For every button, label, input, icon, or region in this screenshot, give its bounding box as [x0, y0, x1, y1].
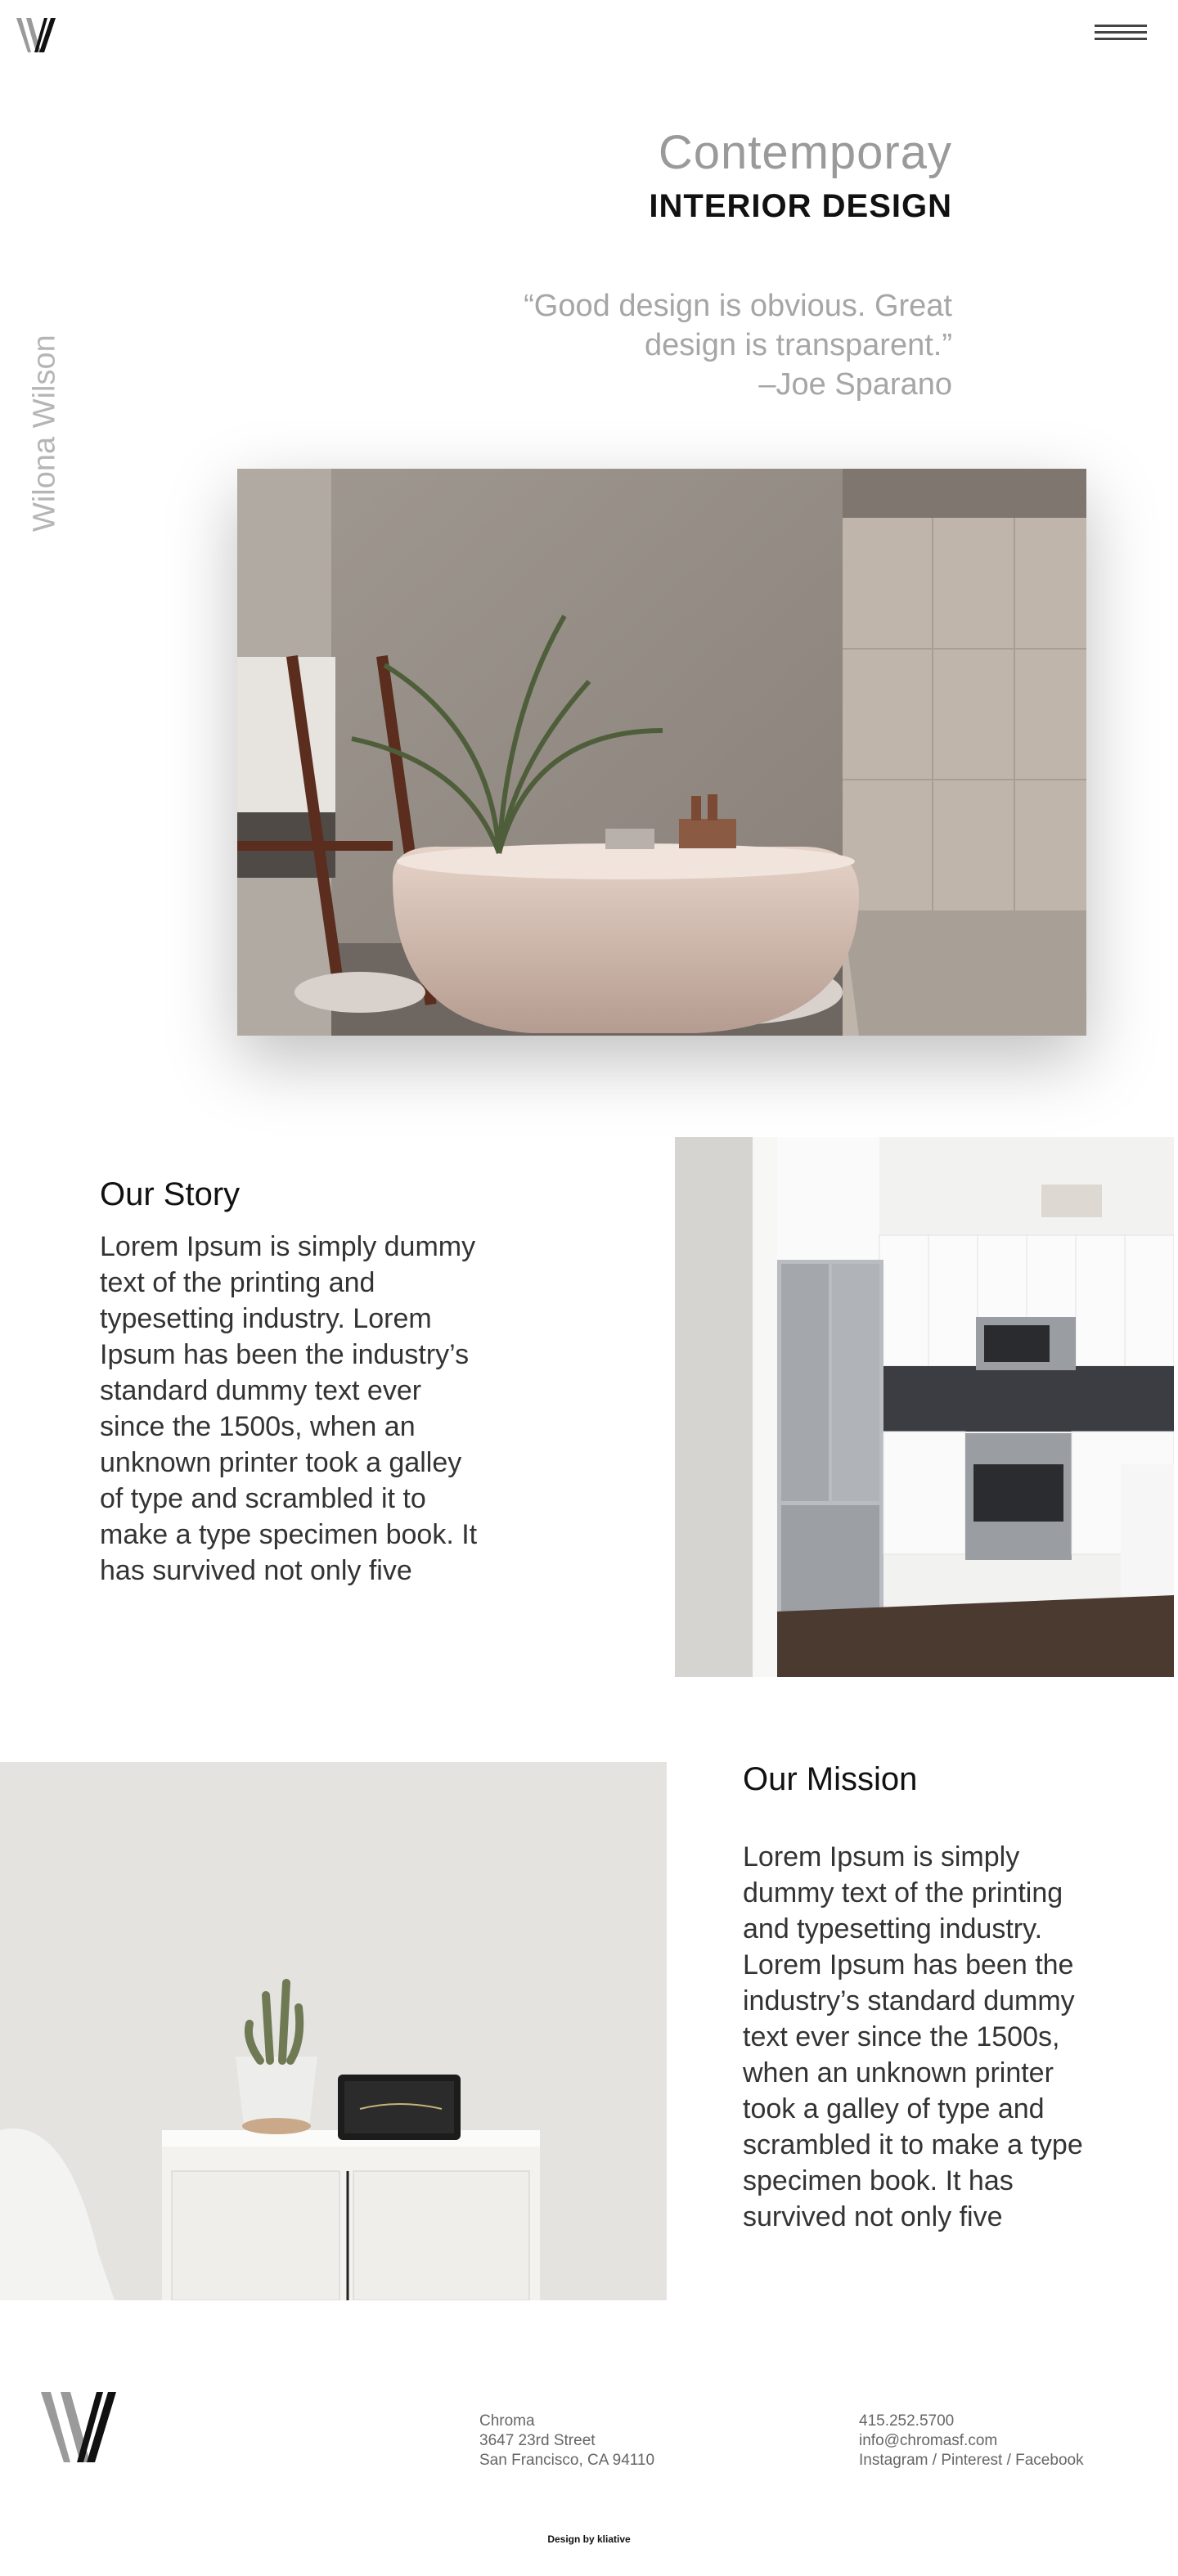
bathroom-image — [237, 469, 1086, 1036]
design-credit[interactable]: Design by kliative — [0, 2533, 1178, 2545]
story-heading: Our Story — [100, 1176, 241, 1212]
kitchen-image — [675, 1137, 1174, 1677]
hero-quote: “Good design is obvious. Great design is… — [494, 286, 952, 404]
hero-subtitle: INTERIOR DESIGN — [649, 188, 952, 224]
footer-company: Chroma — [479, 2412, 535, 2430]
footer-address: Chroma 3647 23rd Street San Francisco, C… — [479, 2412, 654, 2470]
footer-city: San Francisco, CA 94110 — [479, 2452, 655, 2469]
quote-line: design is transparent.” — [645, 328, 952, 362]
designer-name-vertical: Wilona Wilson — [27, 335, 62, 532]
footer-phone-link[interactable]: 415.252.5700 — [859, 2412, 1084, 2431]
footer-street: 3647 23rd Street — [479, 2432, 596, 2449]
footer-contact: 415.252.5700 info@chromasf.com Instagram… — [859, 2412, 1084, 2470]
hamburger-menu-icon[interactable] — [1095, 25, 1147, 51]
story-body-text: Lorem Ipsum is simply dummy text of the … — [100, 1231, 478, 1586]
footer-email-link[interactable]: info@chromasf.com — [859, 2431, 1084, 2451]
brand-logo[interactable]: W — [15, 15, 64, 56]
mission-heading: Our Mission — [743, 1761, 918, 1797]
quote-author: –Joe Sparano — [758, 367, 952, 402]
living-room-image — [0, 1762, 667, 2300]
mission-body-text: Lorem Ipsum is simply dummy text of the … — [743, 1841, 1083, 2232]
quote-line: “Good design is obvious. Great — [524, 289, 952, 323]
footer-social-links[interactable]: Instagram / Pinterest / Facebook — [859, 2451, 1084, 2470]
footer-logo[interactable] — [39, 2387, 131, 2467]
hero-title: Contemporay — [658, 126, 952, 179]
